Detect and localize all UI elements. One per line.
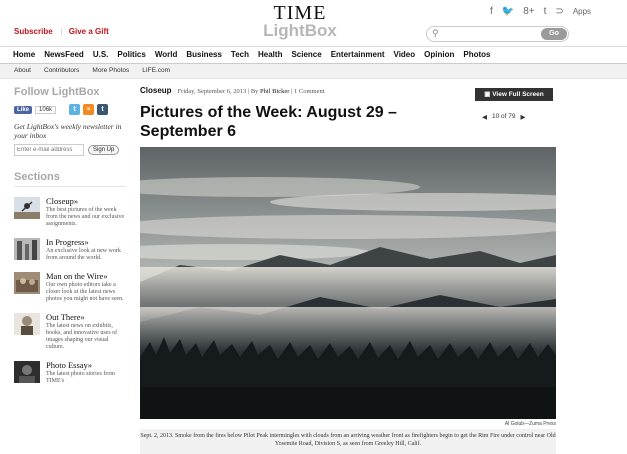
section-desc: Our own photo editors take a closer look… [46, 282, 124, 302]
nav-entertainment[interactable]: Entertainment [331, 47, 385, 63]
main-nav: Home NewsFeed U.S. Politics World Busine… [0, 46, 627, 64]
tumblr-follow-icon[interactable]: t [97, 104, 109, 115]
subnav-contributors[interactable]: Contributors [44, 64, 79, 78]
section-item-man-on-the-wire[interactable]: Man on the Wire» Our own photo editors ta… [14, 272, 126, 303]
next-arrow-icon[interactable]: ▶ [521, 113, 526, 121]
page-title: Pictures of the Week: August 29 – Septem… [140, 104, 397, 140]
site-logo[interactable]: TIME LightBox [255, 2, 345, 40]
man-on-the-wire-thumbnail [14, 272, 40, 294]
sub-nav: About Contributors More Photos LIFE.com [0, 64, 627, 79]
fullscreen-icon: ▣ [484, 91, 493, 98]
newsletter-signup: Sign Up [14, 144, 126, 156]
article-category[interactable]: Closeup [140, 86, 172, 95]
photo-caption: Sept. 2, 2013. Smoke from the fires belo… [140, 429, 556, 454]
subnav-more-photos[interactable]: More Photos [92, 64, 129, 78]
newsletter-text: Get LightBox's weekly newsletter in your… [14, 122, 122, 140]
sections-heading: Sections [14, 171, 126, 187]
tumblr-icon[interactable]: t [544, 6, 547, 17]
out-there-thumbnail [14, 313, 40, 335]
search-input[interactable] [443, 28, 537, 41]
photo-essay-thumbnail [14, 361, 40, 383]
view-full-screen-button[interactable]: ▣ View Full Screen [475, 88, 553, 101]
search-go-button[interactable]: Go [541, 28, 567, 40]
social-links: f 🐦 8+ t ⊃ Apps [490, 6, 591, 17]
section-item-photo-essay[interactable]: Photo Essay» The latest photo stories fro… [14, 361, 126, 385]
nav-opinion[interactable]: Opinion [424, 47, 454, 63]
nav-newsfeed[interactable]: NewsFeed [44, 47, 84, 63]
nav-tech[interactable]: Tech [231, 47, 249, 63]
separator: | [60, 27, 63, 36]
like-count: 106k [35, 105, 57, 114]
rss-icon[interactable]: ⊃ [555, 6, 563, 17]
search-box: ⚲ Go [426, 26, 569, 42]
section-desc: The best pictures of the week from the n… [46, 207, 125, 227]
article-author[interactable]: Phil Bicker [260, 88, 289, 95]
top-bar: Subscribe | Give a Gift TIME LightBox f 🐦 … [0, 0, 627, 46]
logo-time: TIME [273, 2, 327, 24]
facebook-like-button[interactable]: Like [14, 105, 33, 114]
nav-business[interactable]: Business [186, 47, 222, 63]
nav-video[interactable]: Video [394, 47, 416, 63]
section-desc: An exclusive look at new work from aroun… [46, 248, 121, 261]
give-gift-link[interactable]: Give a Gift [69, 27, 109, 36]
twitter-follow-icon[interactable]: t [69, 104, 81, 115]
photo-credit: Al Golub—Zuma Press [504, 421, 556, 427]
nav-politics[interactable]: Politics [117, 47, 145, 63]
nav-home[interactable]: Home [13, 47, 35, 63]
article-date: Friday, September 6, 2013 | By [177, 88, 259, 95]
article-comments[interactable]: | 1 Comment [291, 88, 324, 95]
section-title: In Progress» [46, 237, 89, 247]
google-plus-icon[interactable]: 8+ [523, 6, 534, 17]
nav-us[interactable]: U.S. [93, 47, 109, 63]
section-item-in-progress[interactable]: In Progress» An exclusive look at new wor… [14, 238, 126, 262]
nav-health[interactable]: Health [258, 47, 282, 63]
in-progress-thumbnail [14, 238, 40, 260]
logo-lightbox: LightBox [263, 21, 337, 40]
section-title: Photo Essay» [46, 360, 93, 370]
gallery-photo[interactable] [140, 147, 556, 419]
nav-photos[interactable]: Photos [463, 47, 490, 63]
nav-world[interactable]: World [155, 47, 178, 63]
section-title: Closeup» [46, 196, 79, 206]
gallery-pager: ◀ 10 of 79 ▶ [482, 113, 526, 121]
rss-follow-icon[interactable]: ≈ [83, 104, 95, 115]
article: Closeup Friday, September 6, 2013 | By Ph… [140, 80, 556, 454]
subnav-life[interactable]: LIFE.com [142, 64, 170, 78]
section-desc: The latest news on exhibits, books, and … [46, 323, 118, 350]
section-item-out-there[interactable]: Out There» The latest news on exhibits, b… [14, 313, 126, 351]
nav-science[interactable]: Science [291, 47, 321, 63]
closeup-thumbnail [14, 197, 40, 219]
subscribe-links: Subscribe | Give a Gift [14, 27, 117, 36]
facebook-icon[interactable]: f [490, 6, 493, 17]
section-title: Man on the Wire» [46, 271, 108, 281]
twitter-icon[interactable]: 🐦 [502, 6, 514, 17]
section-item-closeup[interactable]: Closeup» The best pictures of the week fr… [14, 197, 126, 228]
sign-up-button[interactable]: Sign Up [88, 145, 120, 155]
search-icon: ⚲ [432, 28, 439, 38]
section-title: Out There» [46, 312, 85, 322]
previous-arrow-icon[interactable]: ◀ [482, 113, 487, 121]
subnav-about[interactable]: About [14, 64, 31, 78]
follow-buttons: Like 106k t ≈ t [14, 104, 126, 115]
subscribe-link[interactable]: Subscribe [14, 27, 53, 36]
apps-link[interactable]: Apps [573, 7, 591, 16]
sidebar: Follow LightBox Like 106k t ≈ t Get Ligh… [14, 80, 126, 385]
follow-heading: Follow LightBox [14, 86, 100, 98]
email-field[interactable] [14, 144, 84, 156]
gallery-counter: 10 of 79 [492, 113, 516, 120]
section-desc: The latest photo stories from TIME's [46, 371, 115, 384]
view-full-screen-label: View Full Screen [492, 91, 544, 98]
